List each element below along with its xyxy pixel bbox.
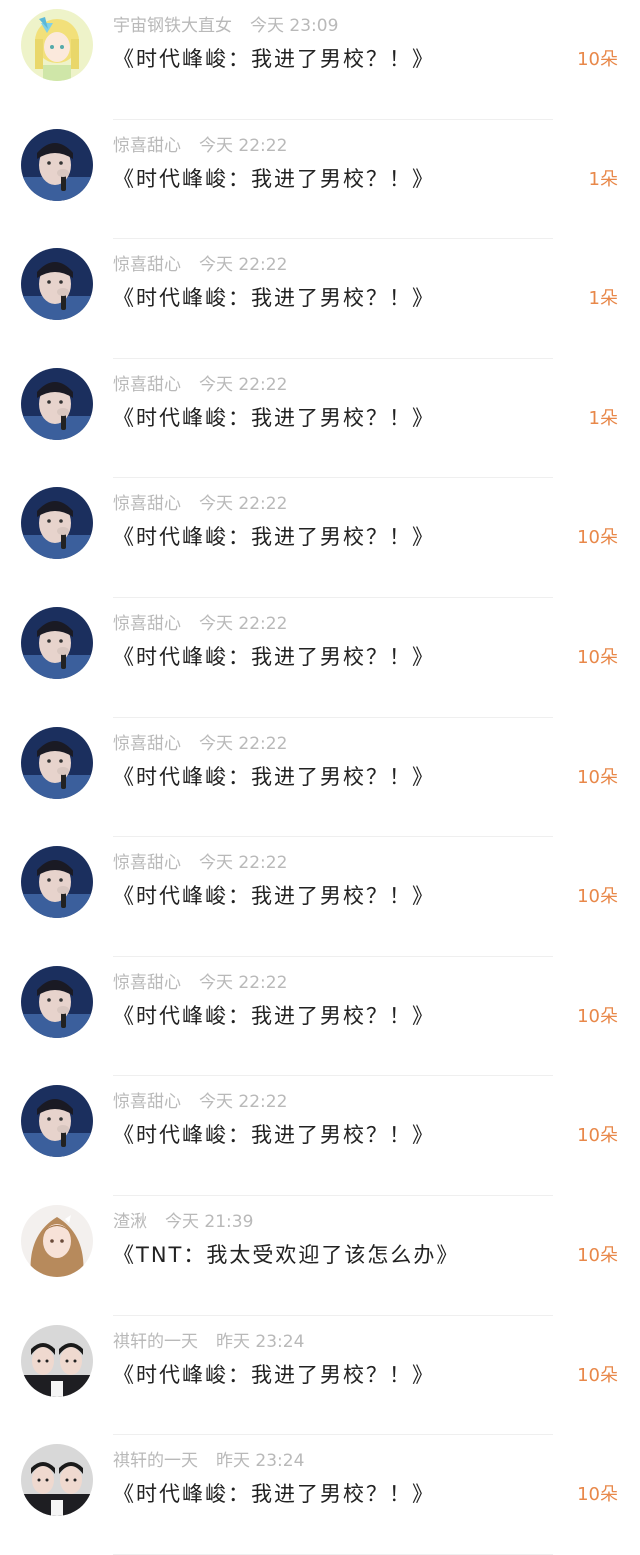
username[interactable]: 惊喜甜心 (113, 136, 181, 156)
avatar[interactable] (21, 1085, 93, 1157)
flower-count: 1朵 (588, 288, 618, 310)
username[interactable]: 祺轩的一天 (113, 1332, 198, 1352)
item-meta: 宇宙钢铁大直女 今天 23:09 (113, 15, 338, 37)
timestamp: 今天 22:22 (199, 1092, 288, 1113)
timestamp: 今天 22:22 (199, 255, 288, 276)
timestamp: 今天 22:22 (199, 613, 288, 634)
timestamp: 今天 23:09 (250, 16, 339, 36)
timestamp: 今天 22:22 (199, 494, 288, 515)
avatar[interactable] (21, 966, 93, 1038)
avatar[interactable] (21, 1444, 93, 1516)
book-title[interactable]: 《时代峰峻：我进了男校？！》 (113, 283, 435, 313)
item-meta: 惊喜甜心 今天 22:22 (113, 733, 287, 755)
book-title[interactable]: 《时代峰峻：我进了男校？！》 (113, 44, 435, 74)
avatar[interactable] (21, 1325, 93, 1397)
timestamp: 今天 22:22 (199, 135, 288, 156)
list-item[interactable]: 渣湫 今天 21:39 《TNT：我太受欢迎了该怎么办》 10朵 (0, 1196, 640, 1316)
avatar[interactable] (21, 846, 93, 918)
item-meta: 惊喜甜心 今天 22:22 (113, 135, 287, 157)
username[interactable]: 祺轩的一天 (113, 1451, 198, 1471)
item-meta: 惊喜甜心 今天 22:22 (113, 254, 287, 276)
timestamp: 昨天 23:24 (216, 1451, 305, 1472)
avatar[interactable] (21, 368, 93, 440)
flower-count: 10朵 (577, 1364, 618, 1386)
list-item[interactable]: 惊喜甜心 今天 22:22 《时代峰峻：我进了男校？！》 10朵 (0, 957, 640, 1077)
list-item[interactable]: 惊喜甜心 今天 22:22 《时代峰峻：我进了男校？！》 10朵 (0, 1076, 640, 1196)
timestamp: 今天 21:39 (165, 1211, 254, 1232)
flower-count: 10朵 (577, 646, 618, 668)
list-item[interactable]: 惊喜甜心 今天 22:22 《时代峰峻：我进了男校？！》 10朵 (0, 598, 640, 718)
list-item[interactable]: 惊喜甜心 今天 22:22 《时代峰峻：我进了男校？！》 10朵 (0, 478, 640, 598)
book-title[interactable]: 《TNT：我太受欢迎了该怎么办》 (113, 1240, 459, 1270)
book-title[interactable]: 《时代峰峻：我进了男校？！》 (113, 1479, 435, 1509)
book-title[interactable]: 《时代峰峻：我进了男校？！》 (113, 1360, 435, 1390)
flower-count: 10朵 (577, 886, 618, 908)
username[interactable]: 惊喜甜心 (113, 1092, 181, 1112)
book-title[interactable]: 《时代峰峻：我进了男校？！》 (113, 881, 435, 911)
flower-count: 10朵 (577, 1244, 618, 1266)
item-meta: 渣湫 今天 21:39 (113, 1211, 253, 1233)
timestamp: 昨天 23:24 (216, 1331, 305, 1352)
timestamp: 今天 22:22 (199, 374, 288, 395)
flower-count: 10朵 (577, 1005, 618, 1027)
username[interactable]: 惊喜甜心 (113, 853, 181, 873)
item-meta: 祺轩的一天 昨天 23:24 (113, 1331, 304, 1353)
flower-count: 1朵 (588, 407, 618, 429)
username[interactable]: 惊喜甜心 (113, 973, 181, 993)
timestamp: 今天 22:22 (199, 853, 288, 874)
flower-count: 10朵 (577, 1125, 618, 1147)
username[interactable]: 惊喜甜心 (113, 614, 181, 634)
item-meta: 惊喜甜心 今天 22:22 (113, 852, 287, 874)
avatar[interactable] (21, 248, 93, 320)
item-meta: 祺轩的一天 昨天 23:24 (113, 1450, 304, 1472)
gift-record-list: 宇宙钢铁大直女 今天 23:09 《时代峰峻：我进了男校？！》 10朵 惊喜甜心 今天 2… (0, 0, 640, 1555)
book-title[interactable]: 《时代峰峻：我进了男校？！》 (113, 403, 435, 433)
timestamp: 今天 22:22 (199, 972, 288, 993)
username[interactable]: 渣湫 (113, 1212, 147, 1232)
flower-count: 10朵 (577, 1484, 618, 1506)
timestamp: 今天 22:22 (199, 733, 288, 754)
list-item[interactable]: 惊喜甜心 今天 22:22 《时代峰峻：我进了男校？！》 10朵 (0, 718, 640, 838)
item-meta: 惊喜甜心 今天 22:22 (113, 1091, 287, 1113)
item-meta: 惊喜甜心 今天 22:22 (113, 613, 287, 635)
list-item[interactable]: 祺轩的一天 昨天 23:24 《时代峰峻：我进了男校？！》 10朵 (0, 1316, 640, 1436)
item-meta: 惊喜甜心 今天 22:22 (113, 374, 287, 396)
flower-count: 10朵 (577, 527, 618, 549)
username[interactable]: 惊喜甜心 (113, 255, 181, 275)
username[interactable]: 惊喜甜心 (113, 375, 181, 395)
item-meta: 惊喜甜心 今天 22:22 (113, 493, 287, 515)
list-item[interactable]: 惊喜甜心 今天 22:22 《时代峰峻：我进了男校？！》 1朵 (0, 120, 640, 240)
list-item[interactable]: 惊喜甜心 今天 22:22 《时代峰峻：我进了男校？！》 1朵 (0, 359, 640, 479)
username[interactable]: 惊喜甜心 (113, 494, 181, 514)
book-title[interactable]: 《时代峰峻：我进了男校？！》 (113, 1120, 435, 1150)
list-item[interactable]: 惊喜甜心 今天 22:22 《时代峰峻：我进了男校？！》 10朵 (0, 837, 640, 957)
avatar[interactable] (21, 607, 93, 679)
list-item[interactable]: 祺轩的一天 昨天 23:24 《时代峰峻：我进了男校？！》 10朵 (0, 1435, 640, 1555)
flower-count: 10朵 (577, 49, 618, 70)
username[interactable]: 惊喜甜心 (113, 734, 181, 754)
item-meta: 惊喜甜心 今天 22:22 (113, 972, 287, 994)
avatar[interactable] (21, 727, 93, 799)
avatar[interactable] (21, 129, 93, 201)
avatar[interactable] (21, 487, 93, 559)
list-item[interactable]: 宇宙钢铁大直女 今天 23:09 《时代峰峻：我进了男校？！》 10朵 (0, 0, 640, 120)
book-title[interactable]: 《时代峰峻：我进了男校？！》 (113, 164, 435, 194)
username[interactable]: 宇宙钢铁大直女 (113, 16, 232, 36)
book-title[interactable]: 《时代峰峻：我进了男校？！》 (113, 1001, 435, 1031)
flower-count: 1朵 (588, 168, 618, 190)
list-item[interactable]: 惊喜甜心 今天 22:22 《时代峰峻：我进了男校？！》 1朵 (0, 239, 640, 359)
book-title[interactable]: 《时代峰峻：我进了男校？！》 (113, 762, 435, 792)
flower-count: 10朵 (577, 766, 618, 788)
book-title[interactable]: 《时代峰峻：我进了男校？！》 (113, 642, 435, 672)
avatar[interactable] (21, 9, 93, 81)
avatar[interactable] (21, 1205, 93, 1277)
book-title[interactable]: 《时代峰峻：我进了男校？！》 (113, 522, 435, 552)
